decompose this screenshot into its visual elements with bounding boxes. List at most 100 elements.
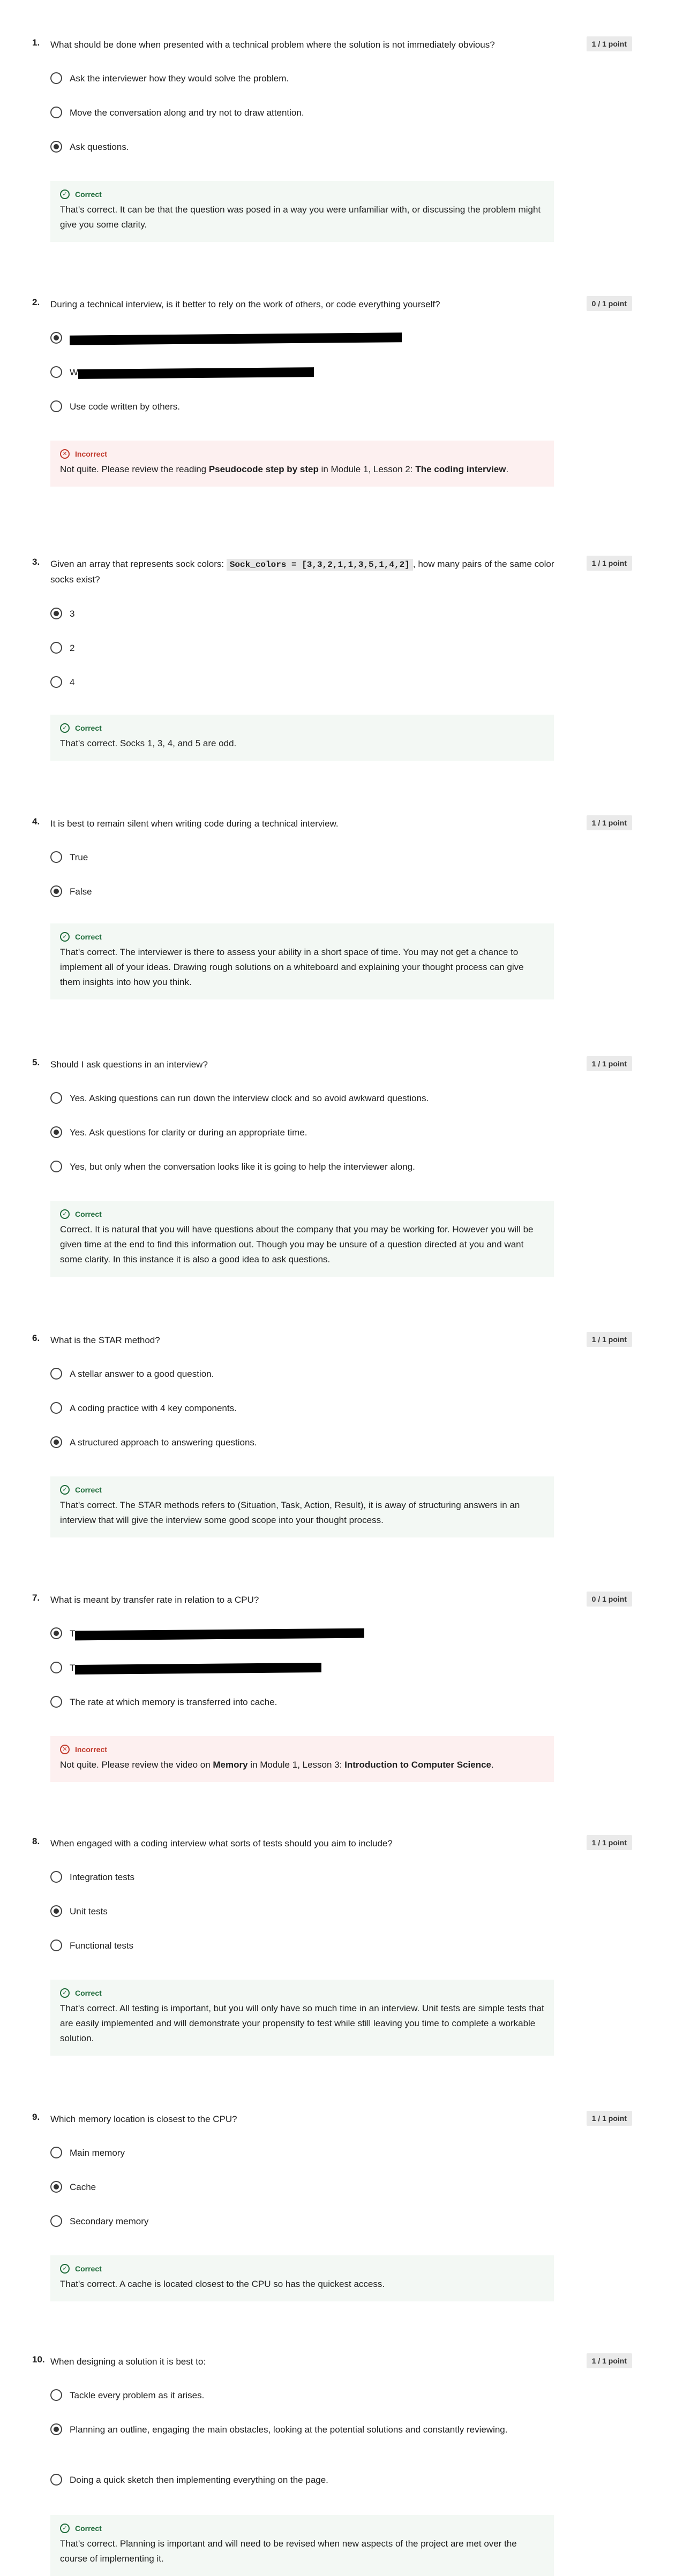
feedback-heading: Correct: [75, 1989, 102, 1997]
radio-button[interactable]: [50, 642, 62, 654]
points-badge: 1 / 1 point: [586, 2111, 632, 2126]
radio-button-selected[interactable]: [50, 2181, 62, 2193]
radio-button[interactable]: [50, 400, 62, 412]
answer-option[interactable]: The rate at which memory is transferred …: [50, 1694, 554, 1710]
radio-button[interactable]: [50, 2389, 62, 2401]
feedback-correct: ✓ Correct That's correct. A cache is loca…: [50, 2255, 554, 2301]
radio-button[interactable]: [50, 851, 62, 863]
option-label: Doing a quick sketch then implementing e…: [70, 2475, 328, 2485]
radio-button[interactable]: [50, 2474, 62, 2486]
radio-button-selected[interactable]: [50, 885, 62, 897]
radio-button[interactable]: [50, 1092, 62, 1104]
video-link: Memory: [213, 1760, 248, 1770]
answer-option[interactable]: W: [50, 365, 554, 381]
radio-button[interactable]: [50, 1662, 62, 1673]
feedback-text: That's correct. All testing is important…: [60, 2003, 544, 2043]
check-circle-icon: ✓: [60, 932, 70, 942]
answer-option[interactable]: 3: [50, 606, 554, 622]
option-label: Yes. Ask questions for clarity or during…: [70, 1127, 307, 1138]
answer-option[interactable]: Ask the interviewer how they would solve…: [50, 71, 554, 87]
option-label-redacted: T: [70, 1660, 322, 1676]
option-label-redacted: [70, 330, 402, 346]
radio-button[interactable]: [50, 72, 62, 84]
option-label: A coding practice with 4 key components.: [70, 1403, 237, 1413]
question-2: 2. During a technical interview, is it b…: [32, 296, 632, 487]
answer-option[interactable]: Unit tests: [50, 1904, 554, 1920]
answer-option[interactable]: False: [50, 884, 554, 900]
answer-option[interactable]: 4: [50, 675, 554, 691]
radio-button-selected[interactable]: [50, 332, 62, 344]
question-9: 9. Which memory location is closest to t…: [32, 2111, 632, 2301]
feedback-heading: Incorrect: [75, 450, 107, 458]
answer-option[interactable]: T: [50, 1626, 554, 1642]
radio-button[interactable]: [50, 1161, 62, 1172]
option-label-redacted: W: [70, 365, 314, 381]
radio-button[interactable]: [50, 1939, 62, 1951]
option-label: 3: [70, 609, 75, 619]
answer-option[interactable]: Functional tests: [50, 1938, 554, 1954]
answer-option[interactable]: Yes, but only when the conversation look…: [50, 1159, 554, 1175]
question-text: What should be done when presented with …: [50, 40, 495, 50]
question-1: 1. What should be done when presented wi…: [32, 36, 632, 242]
question-number: 7.: [32, 1593, 40, 1603]
radio-button[interactable]: [50, 2215, 62, 2227]
radio-button[interactable]: [50, 107, 62, 118]
feedback-text: That's correct. It can be that the quest…: [60, 204, 541, 230]
radio-button[interactable]: [50, 1696, 62, 1708]
option-label: The rate at which memory is transferred …: [70, 1697, 277, 1707]
answer-option[interactable]: Tackle every problem as it arises.: [50, 2388, 554, 2404]
check-circle-icon: ✓: [60, 190, 70, 199]
answer-option[interactable]: Yes. Ask questions for clarity or during…: [50, 1125, 554, 1141]
answer-option[interactable]: A coding practice with 4 key components.: [50, 1400, 554, 1416]
answer-option[interactable]: Integration tests: [50, 1869, 554, 1885]
radio-button[interactable]: [50, 676, 62, 688]
answer-option[interactable]: Secondary memory: [50, 2214, 554, 2230]
option-label: 2: [70, 643, 75, 653]
question-6: 6. What is the STAR method? 1 / 1 point …: [32, 1332, 632, 1537]
answer-option[interactable]: [50, 330, 554, 346]
answer-option[interactable]: Doing a quick sketch then implementing e…: [50, 2472, 554, 2488]
answer-option[interactable]: True: [50, 850, 554, 866]
answer-option[interactable]: Cache: [50, 2179, 554, 2195]
points-badge: 1 / 1 point: [586, 556, 632, 571]
radio-button[interactable]: [50, 366, 62, 378]
question-4: 4. It is best to remain silent when writ…: [32, 815, 632, 999]
question-7: 7. What is meant by transfer rate in rel…: [32, 1592, 632, 1782]
option-label: False: [70, 887, 92, 897]
option-label: Integration tests: [70, 1872, 134, 1882]
redaction-bar: [70, 332, 402, 345]
radio-button[interactable]: [50, 1402, 62, 1414]
feedback-correct: ✓ Correct That's correct. Socks 1, 3, 4, …: [50, 715, 554, 761]
answer-option[interactable]: A structured approach to answering quest…: [50, 1435, 554, 1451]
answer-option[interactable]: T: [50, 1660, 554, 1676]
option-label: Functional tests: [70, 1941, 134, 1951]
radio-button-selected[interactable]: [50, 1126, 62, 1138]
radio-button-selected[interactable]: [50, 608, 62, 619]
answer-option[interactable]: Planning an outline, engaging the main o…: [50, 2422, 554, 2438]
answer-option[interactable]: Move the conversation along and try not …: [50, 105, 554, 121]
radio-button-selected[interactable]: [50, 141, 62, 153]
radio-button[interactable]: [50, 1871, 62, 1883]
option-label-redacted: T: [70, 1626, 365, 1642]
check-circle-icon: ✓: [60, 1988, 70, 1998]
feedback-heading: Correct: [75, 2264, 102, 2273]
feedback-heading: Correct: [75, 2524, 102, 2533]
answer-option[interactable]: 2: [50, 640, 554, 656]
radio-button-selected[interactable]: [50, 1436, 62, 1448]
answer-option[interactable]: Ask questions.: [50, 139, 554, 155]
radio-button-selected[interactable]: [50, 1627, 62, 1639]
radio-button[interactable]: [50, 1368, 62, 1380]
answer-option[interactable]: Use code written by others.: [50, 399, 554, 415]
radio-button-selected[interactable]: [50, 1905, 62, 1917]
answer-option[interactable]: A stellar answer to a good question.: [50, 1366, 554, 1382]
question-text: When engaged with a coding interview wha…: [50, 1838, 393, 1848]
feedback-heading: Correct: [75, 1486, 102, 1494]
question-text: Given an array that represents sock colo…: [50, 559, 554, 585]
radio-button[interactable]: [50, 2147, 62, 2158]
answer-option[interactable]: Main memory: [50, 2145, 554, 2161]
answer-option[interactable]: Yes. Asking questions can run down the i…: [50, 1090, 554, 1107]
x-circle-icon: ✕: [60, 449, 70, 459]
points-badge: 1 / 1 point: [586, 1332, 632, 1347]
feedback-heading: Correct: [75, 933, 102, 941]
radio-button-selected[interactable]: [50, 2423, 62, 2435]
